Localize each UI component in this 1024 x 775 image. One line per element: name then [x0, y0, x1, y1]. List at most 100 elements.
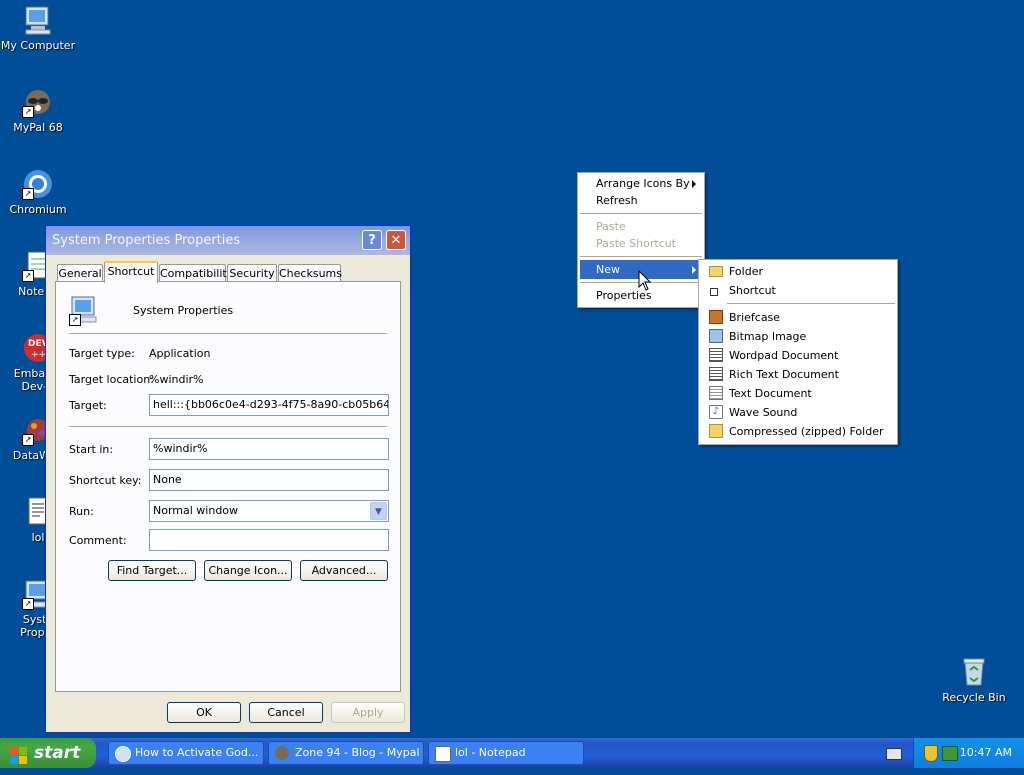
target-input[interactable]: hell:::{bb06c0e4-d293-4f75-8a90-cb05b647…	[149, 394, 389, 416]
desktop-icon-my-computer[interactable]: My Computer	[0, 4, 76, 52]
menu-item-label: Refresh	[596, 194, 638, 207]
separator	[69, 333, 387, 334]
start-in-input[interactable]: %windir%	[149, 438, 389, 460]
mypal-icon: ↗	[22, 86, 54, 118]
desktop-icon-chromium[interactable]: ↗ Chromium	[0, 168, 76, 216]
target-label: Target:	[69, 399, 107, 412]
network-icon[interactable]	[942, 746, 958, 761]
tab-security[interactable]: Security	[227, 264, 277, 282]
desktop-icon-label: Chromium	[9, 203, 67, 216]
briefcase-icon	[709, 310, 723, 324]
close-icon: ✕	[390, 233, 402, 248]
ok-button[interactable]: OK	[167, 702, 241, 723]
shortcut-arrow-icon: ↗	[22, 434, 34, 446]
menu-item-label: Rich Text Document	[729, 368, 839, 381]
submenu-item-folder[interactable]: Folder	[701, 262, 895, 281]
submenu-item-wordpad-document[interactable]: Wordpad Document	[701, 346, 895, 365]
shortcut-key-input[interactable]: None	[149, 469, 389, 491]
run-label: Run:	[69, 505, 94, 518]
security-shield-icon[interactable]	[924, 745, 938, 762]
cancel-button[interactable]: Cancel	[249, 702, 323, 723]
change-icon-button[interactable]: Change Icon...	[204, 560, 292, 581]
shortcut-arrow-icon: ↗	[22, 598, 34, 610]
target-type-label: Target type:	[69, 347, 135, 360]
dialog-title: System Properties Properties	[52, 233, 241, 248]
start-in-label: Start in:	[69, 443, 114, 456]
start-label: start	[34, 743, 81, 763]
taskbar: start How to Activate God... Zone 94 - B…	[0, 738, 1024, 768]
submenu-item-wave-sound[interactable]: ♪ Wave Sound	[701, 403, 895, 422]
wave-sound-icon: ♪	[709, 405, 723, 419]
desktop-icon-recycle-bin[interactable]: Recycle Bin	[936, 656, 1012, 704]
tab-checksums[interactable]: Checksums	[278, 264, 342, 282]
menu-item-label: Wordpad Document	[729, 349, 839, 362]
chevron-right-icon	[692, 266, 696, 274]
submenu-item-rich-text-document[interactable]: Rich Text Document	[701, 365, 895, 384]
task-label: How to Activate God...	[135, 746, 259, 759]
start-button[interactable]: start	[0, 738, 96, 768]
taskbar-button-browser[interactable]: How to Activate God...	[108, 741, 264, 765]
menu-separator	[727, 303, 895, 304]
find-target-button[interactable]: Find Target...	[108, 560, 196, 581]
dialog-titlebar[interactable]: System Properties Properties ? ✕	[46, 226, 410, 255]
task-label: Zone 94 - Blog - Mypal	[295, 746, 420, 759]
notepad-icon	[435, 746, 451, 762]
desktop-icon-mypal[interactable]: ↗ MyPal 68	[0, 86, 76, 134]
recycle-bin-icon	[958, 656, 990, 688]
mypal-icon	[275, 746, 289, 760]
desktop-icon-label: Recycle Bin	[942, 691, 1006, 704]
shortcut-arrow-icon: ↗	[22, 188, 34, 200]
folder-icon	[709, 266, 723, 277]
shortcut-arrow-icon: ↗	[22, 270, 34, 282]
close-button[interactable]: ✕	[386, 230, 406, 250]
menu-item-label: Paste Shortcut	[596, 237, 677, 250]
menu-item-refresh[interactable]: Refresh	[580, 191, 702, 210]
system-tray: 10:47 AM	[913, 738, 1024, 768]
target-location-value: %windir%	[149, 373, 204, 386]
my-computer-icon	[22, 4, 54, 36]
taskbar-button-notepad[interactable]: lol - Notepad	[428, 741, 584, 765]
run-select[interactable]: Normal window ▼	[149, 500, 389, 522]
tab-label: Shortcut	[107, 265, 155, 278]
menu-item-paste-shortcut[interactable]: Paste Shortcut	[580, 234, 702, 253]
advanced-button[interactable]: Advanced...	[300, 560, 388, 581]
tab-general[interactable]: General	[57, 264, 103, 282]
menu-item-label: Compressed (zipped) Folder	[729, 425, 884, 438]
chromium-icon	[115, 746, 131, 762]
shortcut-large-icon: ↗	[69, 294, 101, 326]
tab-shortcut[interactable]: Shortcut	[104, 261, 158, 283]
tab-compatibility[interactable]: Compatibility	[159, 264, 233, 282]
submenu-item-bitmap-image[interactable]: Bitmap Image	[701, 327, 895, 346]
tab-label: Compatibility	[160, 267, 234, 280]
target-location-label: Target location:	[69, 373, 154, 386]
desktop-icon-label: MyPal 68	[13, 121, 63, 134]
submenu-item-shortcut[interactable]: Shortcut	[701, 281, 895, 300]
menu-item-label: Paste	[596, 220, 626, 233]
bitmap-image-icon	[709, 329, 723, 343]
submenu-item-compressed-folder[interactable]: Compressed (zipped) Folder	[701, 422, 895, 441]
comment-input[interactable]	[149, 529, 389, 551]
keyboard-icon[interactable]	[886, 748, 902, 760]
menu-item-label: Folder	[729, 265, 763, 278]
desktop-icon-label: My Computer	[0, 39, 76, 52]
windows-logo-icon	[10, 745, 27, 764]
submenu-item-text-document[interactable]: Text Document	[701, 384, 895, 403]
shortcut-tab-panel: ↗ System Properties Target type: Applica…	[55, 281, 401, 692]
separator	[69, 426, 387, 427]
menu-item-label: Arrange Icons By	[596, 177, 690, 190]
shortcut-icon	[710, 288, 718, 296]
clock[interactable]: 10:47 AM	[960, 746, 1012, 759]
menu-separator	[580, 256, 702, 257]
menu-item-label: New	[596, 263, 620, 276]
help-button[interactable]: ?	[362, 230, 382, 250]
menu-item-label: Bitmap Image	[729, 330, 807, 343]
chevron-down-icon[interactable]: ▼	[370, 502, 387, 520]
comment-label: Comment:	[69, 534, 127, 547]
submenu-item-briefcase[interactable]: Briefcase	[701, 308, 895, 327]
apply-button[interactable]: Apply	[331, 702, 405, 723]
wordpad-document-icon	[709, 348, 723, 362]
text-document-icon	[709, 386, 723, 400]
shortcut-key-label: Shortcut key:	[69, 474, 142, 487]
taskbar-button-mypal[interactable]: Zone 94 - Blog - Mypal	[268, 741, 424, 765]
new-submenu: Folder Shortcut Briefcase Bitmap Image W…	[698, 259, 898, 445]
